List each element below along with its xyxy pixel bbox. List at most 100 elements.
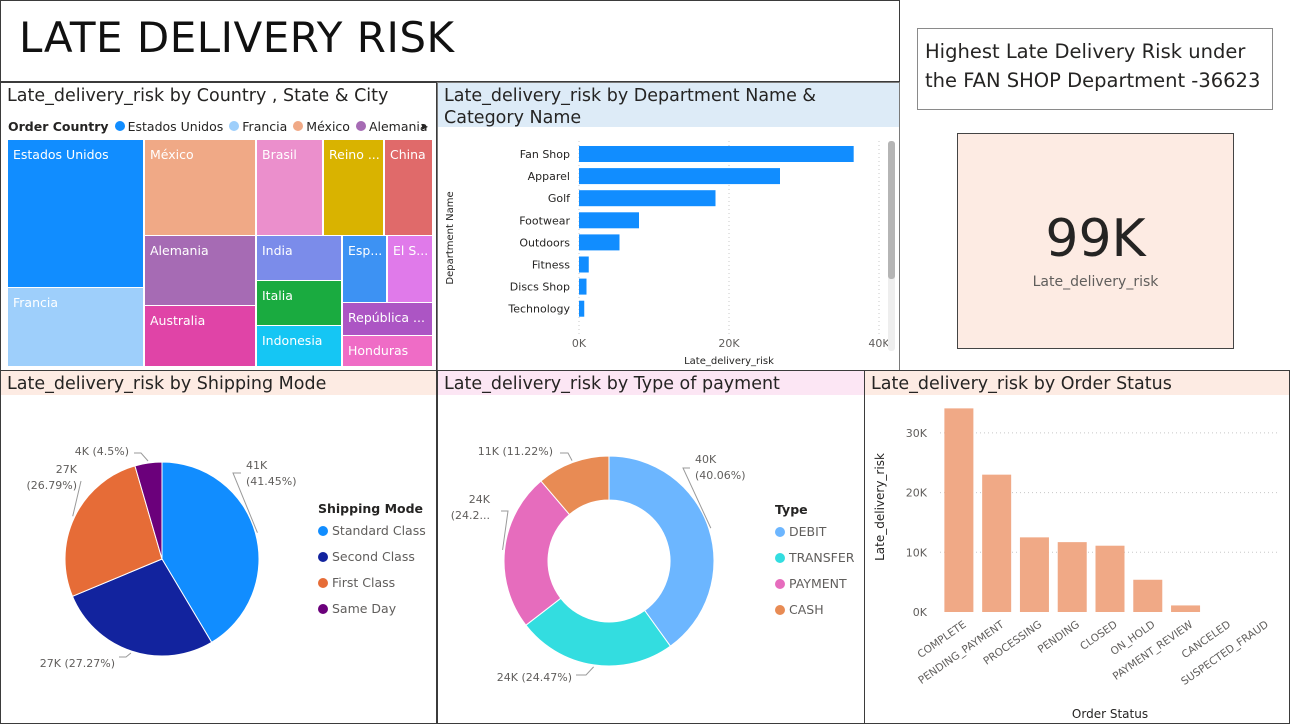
legend-dot-payment — [775, 579, 785, 589]
treemap-tile-esp[interactable]: Esp... — [343, 236, 386, 302]
treemap-tile-label: Australia — [150, 313, 206, 328]
legend-label-payment: PAYMENT — [789, 576, 847, 591]
bar-on-hold — [1133, 579, 1163, 612]
data-label: 41K — [246, 459, 268, 472]
treemap-tile-label: El S... — [393, 243, 429, 258]
legend-dot-debit — [775, 527, 785, 537]
treemap-tile-el-s[interactable]: El S... — [388, 236, 432, 302]
bar-outdoors — [579, 234, 620, 251]
treemap-tile-indonesia[interactable]: Indonesia — [257, 326, 341, 366]
bar-footwear — [579, 212, 639, 229]
treemap-tile-italia[interactable]: Italia — [257, 281, 341, 325]
bar-pending — [1057, 542, 1087, 612]
treemap-tile-label: Honduras — [348, 343, 409, 358]
treemap-panel[interactable]: Late_delivery_risk by Country , State & … — [0, 82, 437, 372]
insight-text: Highest Late Delivery Risk under the FAN… — [925, 40, 1261, 92]
y-tick-label: 30K — [906, 427, 928, 440]
bar-payment-review — [1171, 605, 1201, 612]
legend-label-second-class: Second Class — [332, 549, 415, 564]
x-axis-label: Late_delivery_risk — [684, 356, 774, 367]
treemap-tile-label: Alemania — [150, 243, 209, 258]
x-tick-label: 0K — [572, 337, 587, 350]
treemap-tile-m-xico[interactable]: México — [145, 140, 255, 235]
treemap-tile-label: India — [262, 243, 293, 258]
bar-golf — [579, 190, 716, 207]
data-label: (24.2... — [451, 509, 490, 522]
department-chart: 0K 20K 40KFan ShopApparelGolfFootwearOutdo… — [445, 141, 890, 367]
treemap-tile-india[interactable]: India — [257, 236, 341, 280]
kpi-card[interactable]: 99K Late_delivery_risk — [957, 133, 1234, 349]
order-status-panel[interactable]: Late_delivery_risk by Order Status 0K 10K… — [864, 370, 1290, 724]
data-label: 27K (27.27%) — [40, 657, 115, 670]
x-tick-label: 20K — [718, 337, 740, 350]
bar-discs-shop — [579, 278, 587, 295]
legend-dot-standard-class — [318, 526, 328, 536]
legend-label-cash: CASH — [789, 602, 824, 617]
insight-box: Highest Late Delivery Risk under the FAN… — [917, 28, 1273, 110]
data-label: 11K (11.22%) — [478, 445, 553, 458]
treemap-tile-reino[interactable]: Reino ... — [324, 140, 383, 235]
data-label: 24K (24.47%) — [497, 671, 572, 684]
treemap-tile-label: Estados Unidos — [13, 147, 109, 162]
legend-dot-transfer — [775, 553, 785, 563]
department-panel[interactable]: Late_delivery_risk by Department Name & … — [437, 82, 900, 372]
x-axis-label: Order Status — [1072, 707, 1148, 721]
kpi-label: Late_delivery_risk — [1032, 274, 1159, 290]
treemap-tile-estados-unidos[interactable]: Estados Unidos — [8, 140, 143, 287]
leader-line — [119, 652, 132, 658]
treemap-tile-label: Brasil — [262, 147, 297, 162]
treemap-tile-australia[interactable]: Australia — [145, 306, 255, 366]
legend-dot-second-class — [318, 552, 328, 562]
y-tick-label: 0K — [913, 606, 928, 619]
y-category-label: Golf — [548, 192, 571, 205]
dept-scrollbar[interactable] — [888, 141, 895, 351]
y-axis-label: Department Name — [445, 191, 456, 284]
legend-label-debit: DEBIT — [789, 524, 827, 539]
bar-processing — [1019, 537, 1049, 612]
legend-label-same-day: Same Day — [332, 601, 397, 616]
data-label: 40K — [695, 453, 717, 466]
legend-dot-first-class — [318, 578, 328, 588]
data-label: (40.06%) — [695, 469, 746, 482]
treemap-tile-francia[interactable]: Francia — [8, 288, 143, 366]
x-category-label: PENDING — [1036, 619, 1082, 656]
shipping-panel[interactable]: Late_delivery_risk by Shipping Mode 41K(… — [0, 370, 437, 724]
legend-label-standard-class: Standard Class — [332, 523, 426, 538]
y-tick-label: 20K — [906, 487, 928, 500]
dept-scrollbar-thumb[interactable] — [888, 141, 895, 279]
leader-line — [560, 452, 573, 461]
treemap-tile-label: República ... — [348, 310, 425, 325]
treemap-tile-label: Italia — [262, 288, 293, 303]
y-tick-label: 10K — [906, 546, 928, 559]
payment-panel[interactable]: Late_delivery_risk by Type of payment 40… — [437, 370, 865, 724]
order-status-chart: 0K10K20K30KCOMPLETEPENDING_PAYMENTPROCES… — [873, 408, 1280, 721]
y-category-label: Technology — [507, 303, 570, 316]
treemap-tile-china[interactable]: China — [385, 140, 432, 235]
leader-line — [134, 452, 149, 462]
shipping-pie-chart: 41K (41.45%) 27K (27.27%) 27K (26.79%) 4K (4.… — [26, 445, 426, 670]
page-title: LATE DELIVERY RISK — [19, 13, 455, 62]
treemap-tile-honduras[interactable]: Honduras — [343, 336, 432, 366]
title-panel: LATE DELIVERY RISK — [0, 0, 900, 82]
legend-title: Type — [775, 502, 808, 517]
y-category-label: Fan Shop — [520, 148, 570, 161]
bar-pending-payment — [982, 474, 1012, 612]
treemap-tile-label: México — [150, 147, 194, 162]
data-label: (41.45%) — [246, 475, 297, 488]
treemap-tile-rep-blica[interactable]: República ... — [343, 303, 432, 335]
bar-fitness — [579, 256, 589, 273]
y-category-label: Fitness — [532, 259, 570, 272]
legend-label-transfer: TRANSFER — [788, 550, 855, 565]
bar-technology — [579, 300, 585, 317]
payment-donut-chart: 40K (40.06%) 24K (24.47%) 24K (24.2... 11K (1… — [451, 445, 855, 684]
y-category-label: Apparel — [528, 170, 570, 183]
treemap-tile-brasil[interactable]: Brasil — [257, 140, 322, 235]
bar-complete — [944, 408, 974, 612]
legend-dot-same-day — [318, 604, 328, 614]
treemap-tile-alemania[interactable]: Alemania — [145, 236, 255, 305]
bar-apparel — [579, 168, 780, 185]
treemap-tile-label: Indonesia — [262, 333, 323, 348]
leader-line — [576, 666, 594, 676]
y-category-label: Discs Shop — [510, 281, 570, 294]
treemap-tile-label: Francia — [13, 295, 59, 310]
